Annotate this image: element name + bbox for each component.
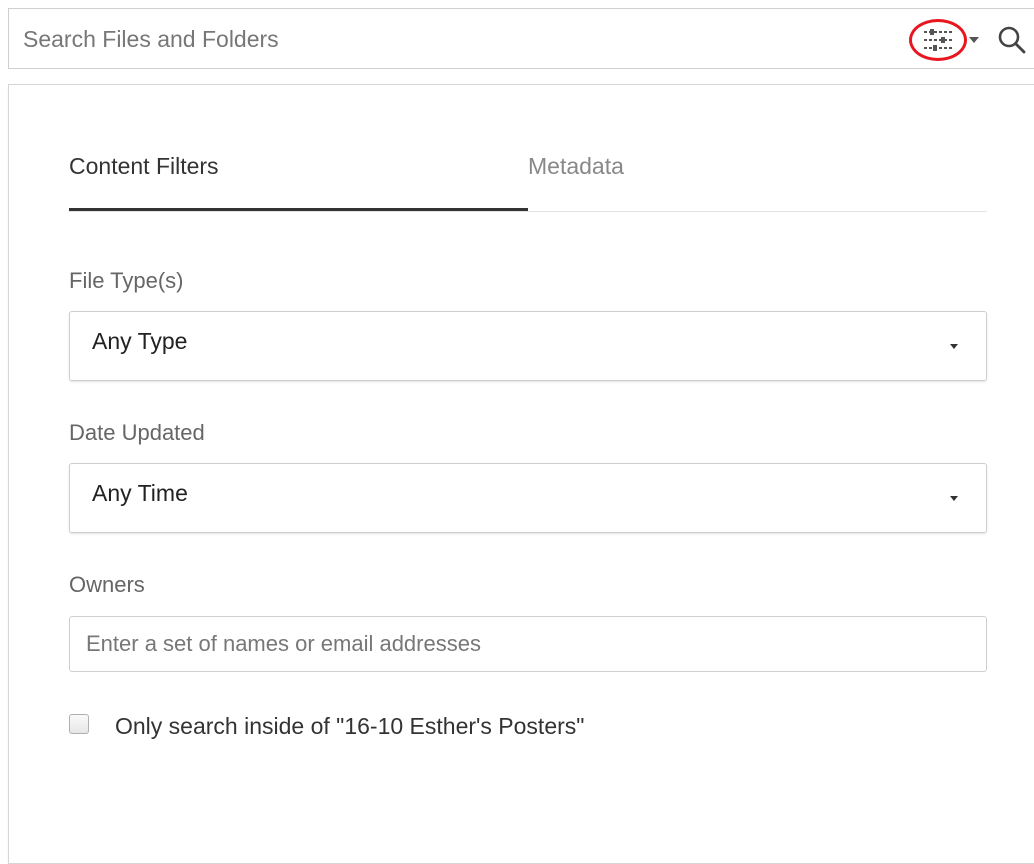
file-type-label: File Type(s) bbox=[69, 268, 184, 293]
cropped-top-edge bbox=[0, 0, 1034, 8]
owners-label: Owners bbox=[69, 572, 145, 597]
magnifier-icon[interactable] bbox=[997, 25, 1027, 55]
caret-down-icon bbox=[950, 344, 958, 349]
tab-label: Content Filters bbox=[69, 153, 219, 179]
caret-down-icon bbox=[950, 496, 958, 501]
filter-options-button[interactable] bbox=[909, 19, 981, 61]
file-type-select[interactable]: Any Type bbox=[69, 311, 987, 381]
date-updated-select[interactable]: Any Time bbox=[69, 463, 987, 533]
search-bar bbox=[8, 8, 1034, 69]
caret-down-icon bbox=[969, 37, 979, 43]
file-type-value: Any Type bbox=[92, 328, 188, 354]
filter-tabs: Content Filters Metadata bbox=[69, 145, 987, 212]
owners-input[interactable] bbox=[69, 616, 987, 672]
scope-checkbox[interactable] bbox=[69, 714, 89, 734]
tab-label: Metadata bbox=[528, 153, 624, 179]
date-updated-label: Date Updated bbox=[69, 420, 205, 445]
sliders-icon bbox=[924, 29, 952, 51]
date-updated-value: Any Time bbox=[92, 480, 188, 506]
search-filter-panel: Content Filters Metadata File Type(s) An… bbox=[8, 84, 1034, 864]
tab-metadata[interactable]: Metadata bbox=[528, 145, 987, 211]
search-input[interactable] bbox=[23, 23, 883, 55]
scope-checkbox-label[interactable]: Only search inside of "16-10 Esther's Po… bbox=[115, 713, 584, 740]
tab-content-filters[interactable]: Content Filters bbox=[69, 145, 528, 211]
